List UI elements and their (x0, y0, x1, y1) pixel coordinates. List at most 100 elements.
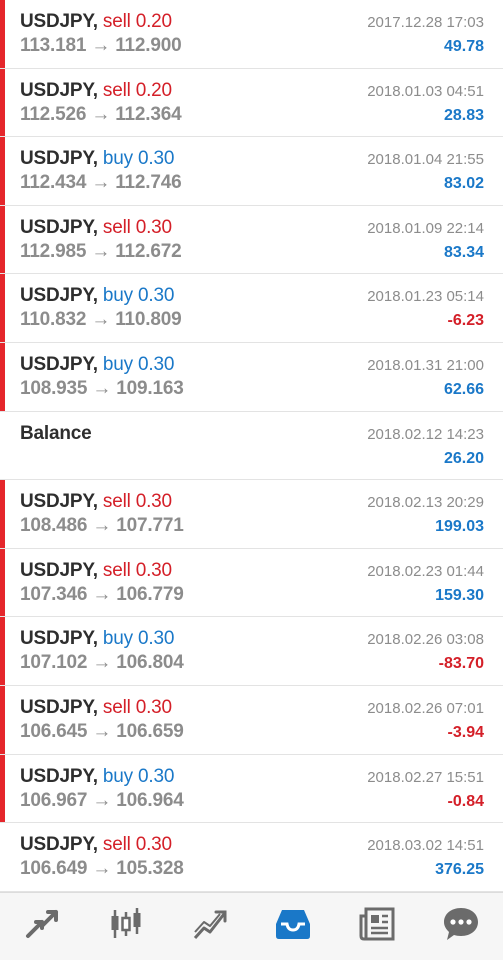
deal-volume: 0.30 (138, 628, 175, 650)
deal-datetime: 2018.01.04 21:55 (367, 151, 484, 169)
deal-datetime: 2018.02.23 01:44 (367, 562, 484, 580)
deal-title: USDJPY, buy 0.30 (20, 354, 174, 376)
close-price: 112.364 (115, 103, 182, 125)
open-price: 107.102 (20, 652, 88, 674)
deal-prices: 108.486 → 107.771 (20, 515, 184, 537)
bottom-tab-bar (0, 892, 503, 960)
row-color-stripe (0, 0, 5, 68)
arrow-right-icon: → (92, 789, 112, 811)
deal-row[interactable]: USDJPY, buy 0.30 108.935 → 109.163 2018.01… (0, 342, 503, 412)
close-price: 106.804 (116, 652, 184, 674)
deal-profit: 49.78 (443, 38, 484, 55)
deal-title: USDJPY, sell 0.30 (20, 697, 172, 719)
deal-side: sell (102, 834, 131, 856)
row-color-stripe (0, 205, 5, 274)
deal-volume: 0.30 (135, 559, 172, 581)
arrow-right-icon: → (92, 583, 112, 605)
deal-datetime: 2018.01.23 05:14 (367, 288, 484, 306)
deal-profit: 376.25 (435, 861, 484, 879)
trade-trend-icon (190, 904, 230, 949)
deal-volume: 0.20 (135, 79, 172, 101)
deal-prices: 107.346 → 106.779 (20, 584, 184, 606)
arrow-right-icon: → (92, 652, 112, 674)
deal-symbol: USDJPY, (20, 353, 98, 375)
tab-news[interactable] (349, 899, 405, 955)
deal-side: sell (102, 559, 131, 581)
deal-side: buy (102, 148, 133, 170)
deal-volume: 0.30 (138, 285, 175, 307)
deal-prices: 106.967 → 106.964 (20, 790, 184, 812)
deal-row[interactable]: USDJPY, sell 0.20 112.526 → 112.364 2018.0… (0, 68, 503, 138)
deal-row[interactable]: USDJPY, buy 0.30 107.102 → 106.804 2018.02… (0, 617, 503, 686)
close-price: 109.163 (116, 377, 184, 399)
deal-row[interactable]: USDJPY, buy 0.30 106.967 → 106.964 2018.02… (0, 754, 503, 824)
deal-prices: 108.935 → 109.163 (20, 378, 184, 400)
close-price: 105.328 (116, 858, 184, 880)
deal-symbol: USDJPY, (20, 696, 98, 718)
deal-side: sell (102, 79, 131, 101)
deal-row[interactable]: USDJPY, sell 0.30 106.649 → 105.328 2018.0… (0, 823, 503, 892)
news-icon (357, 904, 397, 949)
tab-trade[interactable] (182, 899, 238, 955)
deal-symbol: USDJPY, (20, 11, 98, 32)
row-color-stripe (0, 685, 5, 754)
deal-symbol: USDJPY, (20, 765, 98, 787)
tab-history[interactable] (265, 899, 321, 955)
arrow-right-icon: → (92, 377, 112, 399)
deal-row[interactable]: USDJPY, sell 0.30 106.645 → 106.659 2018.0… (0, 685, 503, 755)
deal-row[interactable]: USDJPY, sell 0.30 108.486 → 107.771 2018.0… (0, 480, 503, 549)
tab-quotes[interactable] (14, 899, 70, 955)
deal-datetime: 2018.02.26 07:01 (367, 699, 484, 717)
deal-profit: 199.03 (435, 518, 484, 536)
row-color-stripe (0, 754, 5, 823)
open-price: 108.935 (20, 377, 88, 399)
open-price: 112.526 (20, 103, 87, 125)
arrow-right-icon: → (91, 103, 111, 125)
deal-row[interactable]: USDJPY, sell 0.30 107.346 → 106.779 2018.0… (0, 548, 503, 618)
deal-symbol: USDJPY, (20, 559, 98, 581)
deal-side: sell (102, 696, 131, 718)
tab-messages[interactable] (433, 899, 489, 955)
row-color-stripe (0, 342, 5, 411)
deal-symbol: USDJPY, (20, 285, 98, 307)
deal-symbol: USDJPY, (20, 834, 98, 856)
deal-datetime: 2018.02.26 03:08 (367, 631, 484, 649)
deal-profit: 62.66 (443, 380, 484, 398)
deal-row[interactable]: USDJPY, sell 0.30 112.985 → 112.672 2018.0… (0, 205, 503, 275)
deal-profit: -6.23 (447, 312, 484, 330)
open-price: 106.645 (20, 720, 88, 742)
deal-prices: 106.649 → 105.328 (20, 858, 184, 880)
open-price: 112.985 (20, 240, 87, 262)
history-inbox-icon (273, 904, 313, 949)
deal-volume: 0.30 (135, 216, 172, 238)
deals-history-list[interactable]: USDJPY, sell 0.20 113.181 → 112.900 2017.1… (0, 0, 503, 892)
close-price: 112.746 (115, 172, 182, 194)
close-price: 106.779 (116, 583, 184, 605)
deal-side: buy (102, 628, 133, 650)
close-price: 112.900 (115, 35, 182, 56)
deal-profit: 26.20 (443, 449, 484, 467)
deal-title: USDJPY, buy 0.30 (20, 766, 174, 788)
deal-row[interactable]: USDJPY, sell 0.20 113.181 → 112.900 2017.1… (0, 0, 503, 69)
row-color-stripe (0, 548, 5, 617)
open-price: 106.649 (20, 858, 88, 880)
arrow-right-icon: → (92, 858, 112, 880)
balance-row[interactable]: Balance 2018.02.12 14:23 26.20 (0, 411, 503, 481)
deal-symbol: USDJPY, (20, 628, 98, 650)
deal-profit: 83.02 (443, 175, 484, 193)
deal-prices: 110.832 → 110.809 (20, 309, 182, 331)
deal-row[interactable]: USDJPY, buy 0.30 110.832 → 110.809 2018.01… (0, 274, 503, 343)
deal-row[interactable]: USDJPY, buy 0.30 112.434 → 112.746 2018.01… (0, 137, 503, 206)
deal-volume: 0.30 (138, 765, 175, 787)
deal-volume: 0.30 (138, 148, 175, 170)
deal-title: USDJPY, sell 0.30 (20, 834, 172, 856)
deal-profit: 83.34 (443, 243, 484, 261)
deal-symbol: USDJPY, (20, 79, 98, 101)
tab-chart[interactable] (98, 899, 154, 955)
arrow-right-icon: → (91, 309, 111, 331)
row-color-stripe (0, 617, 5, 685)
deal-title: USDJPY, buy 0.30 (20, 148, 174, 170)
deal-title: USDJPY, buy 0.30 (20, 285, 174, 307)
arrow-right-icon: → (92, 720, 112, 742)
deal-profit: 28.83 (443, 106, 484, 124)
